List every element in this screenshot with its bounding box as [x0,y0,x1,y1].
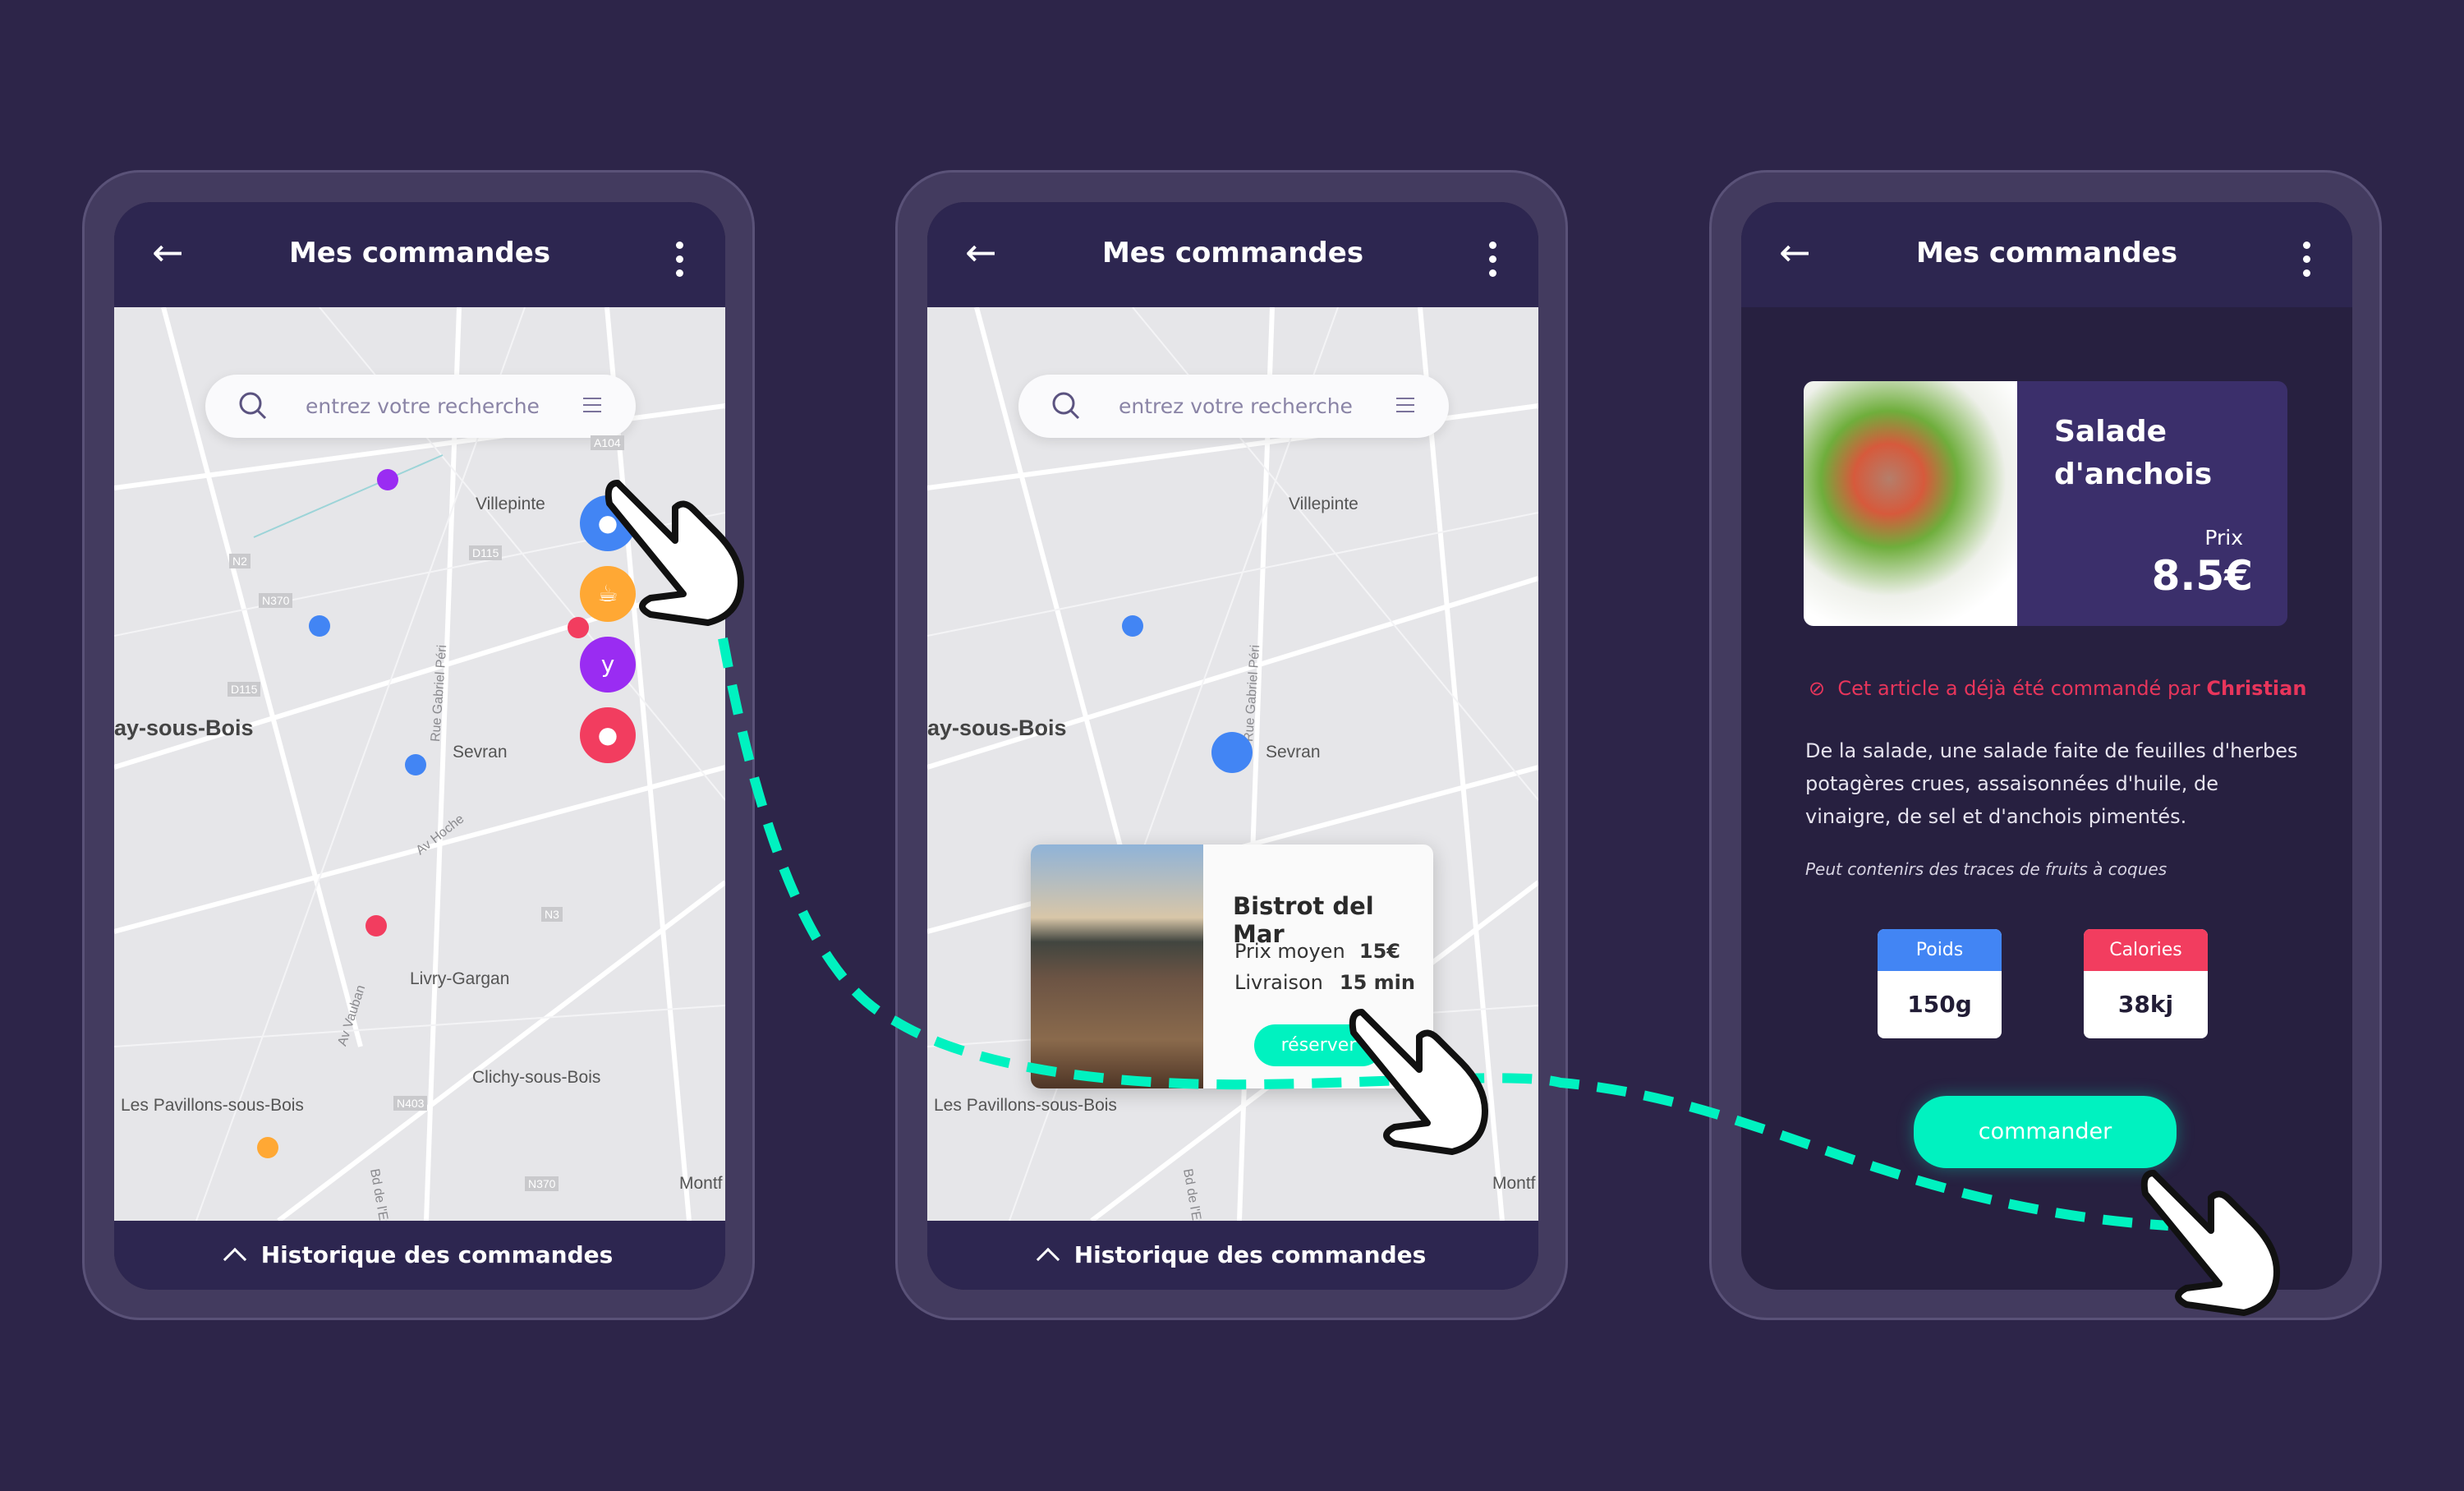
weight-stat: Poids 150g [1878,929,2002,1038]
search-icon [1052,392,1080,420]
reserve-button[interactable]: réserver [1254,1024,1383,1066]
map-label: Sevran [453,743,508,762]
search-bar[interactable]: entrez votre recherche [205,375,636,438]
search-icon [239,392,267,420]
order-history-label: Historique des commandes [260,1241,614,1268]
chevron-up-icon [223,1247,246,1272]
map-marker[interactable] [257,1137,278,1158]
map-label: Sevran [1266,743,1321,762]
order-button[interactable]: commander [1914,1096,2177,1168]
chevron-up-icon [1036,1247,1060,1272]
search-input[interactable]: entrez votre recherche [1119,394,1353,418]
page-title: Mes commandes [1101,237,1364,269]
product-name: Salade [2054,415,2167,449]
selected-marker[interactable] [1211,732,1253,773]
restaurant-photo [1031,844,1203,1088]
more-options-icon[interactable] [1489,242,1497,283]
app-header: ← Mes commandes [927,202,1538,307]
filter-menu-icon[interactable] [1396,398,1414,417]
map[interactable]: entrez votre recherche Rue Gabriel Péri … [114,307,725,1221]
calories-label: Calories [2084,929,2208,971]
order-history-label: Historique des commandes [1073,1241,1427,1268]
price-label: Prix moyen [1234,940,1345,963]
phone-product-screen: ← Mes commandes Salade d'anchois Prix 8.5… [1709,170,2382,1320]
road-label: N370 [525,1176,559,1191]
coffee-icon[interactable]: ☕ [580,566,636,622]
road-label: D115 [469,545,503,560]
product-name: d'anchois [2054,458,2213,491]
screen: ← Mes commandes Salade d'anchois Prix 8.5… [1741,202,2352,1290]
delivery-label: Livraison [1234,971,1323,994]
road-label: N370 [259,593,293,608]
map-marker[interactable] [309,615,330,637]
product-photo [1804,381,2017,626]
delivery-value: 15 min [1339,971,1415,994]
forbidden-icon: ⊘ [1809,677,1826,700]
screen: ← Mes commandes entrez votre recherche R… [927,202,1538,1290]
food-icon[interactable]: ● [580,495,636,551]
road-label: N3 [541,907,563,922]
map-marker[interactable] [568,617,589,638]
map-label: Villepinte [476,495,545,513]
cocktail-icon[interactable]: y [580,637,636,693]
warning-user: Christian [2206,677,2307,700]
warning-text: Cet article a déjà été commandé par [1837,677,2207,700]
calories-value: 38kj [2117,991,2174,1018]
map-label: Montf [1492,1174,1536,1193]
map-label: ay-sous-Bois [114,716,254,740]
map-marker[interactable] [377,469,398,490]
road-label: N2 [229,554,251,568]
road-label: N403 [393,1096,428,1111]
price-label: Prix [2204,526,2243,550]
screen: ← Mes commandes entrez votre recherche R… [114,202,725,1290]
map[interactable]: entrez votre recherche Rue Gabriel Péri … [927,307,1538,1221]
price-value: 15€ [1358,940,1400,963]
product-description: De la salade, une salade faite de feuill… [1805,739,2298,828]
restaurant-popup: Bistrot del Mar Prix moyen 15€ Livraison 1… [1031,844,1433,1088]
order-history-bar[interactable]: Historique des commandes [114,1221,725,1290]
map-label: ay-sous-Bois [927,716,1067,740]
map-label: Clichy-sous-Bois [472,1068,601,1087]
weight-value: 150g [1907,991,1972,1018]
app-header: ← Mes commandes [1741,202,2352,307]
already-ordered-warning: ⊘ Cet article a déjà été commandé par Ch… [1809,677,2306,700]
phone-restaurant-screen: ← Mes commandes entrez votre recherche R… [895,170,1568,1320]
dessert-icon[interactable]: ● [580,707,636,763]
page-title: Mes commandes [288,237,551,269]
search-input[interactable]: entrez votre recherche [306,394,540,418]
more-options-icon[interactable] [2303,242,2311,283]
map-label: Les Pavillons-sous-Bois [934,1096,1117,1115]
phone-map-screen: ← Mes commandes entrez votre recherche R… [82,170,755,1320]
filter-menu-icon[interactable] [583,398,601,417]
calories-stat: Calories 38kj [2084,929,2208,1038]
more-options-icon[interactable] [676,242,684,283]
road-label: A104 [591,435,624,450]
map-label: Montf [679,1174,723,1193]
order-history-bar[interactable]: Historique des commandes [927,1221,1538,1290]
product-card: Salade d'anchois Prix 8.5€ [1804,381,2287,626]
map-label: Villepinte [1289,495,1358,513]
map-marker[interactable] [365,915,387,936]
app-header: ← Mes commandes [114,202,725,307]
search-bar[interactable]: entrez votre recherche [1018,375,1449,438]
map-label: Livry-Gargan [410,969,510,988]
map-label: Les Pavillons-sous-Bois [121,1096,304,1115]
map-marker[interactable] [1122,615,1143,637]
allergen-note: Peut contenirs des traces de fruits à co… [1805,859,2167,879]
page-title: Mes commandes [1915,237,2178,269]
weight-label: Poids [1878,929,2002,971]
road-label: D115 [228,682,261,697]
map-marker[interactable] [405,754,426,775]
price-value: 8.5€ [2151,552,2253,600]
